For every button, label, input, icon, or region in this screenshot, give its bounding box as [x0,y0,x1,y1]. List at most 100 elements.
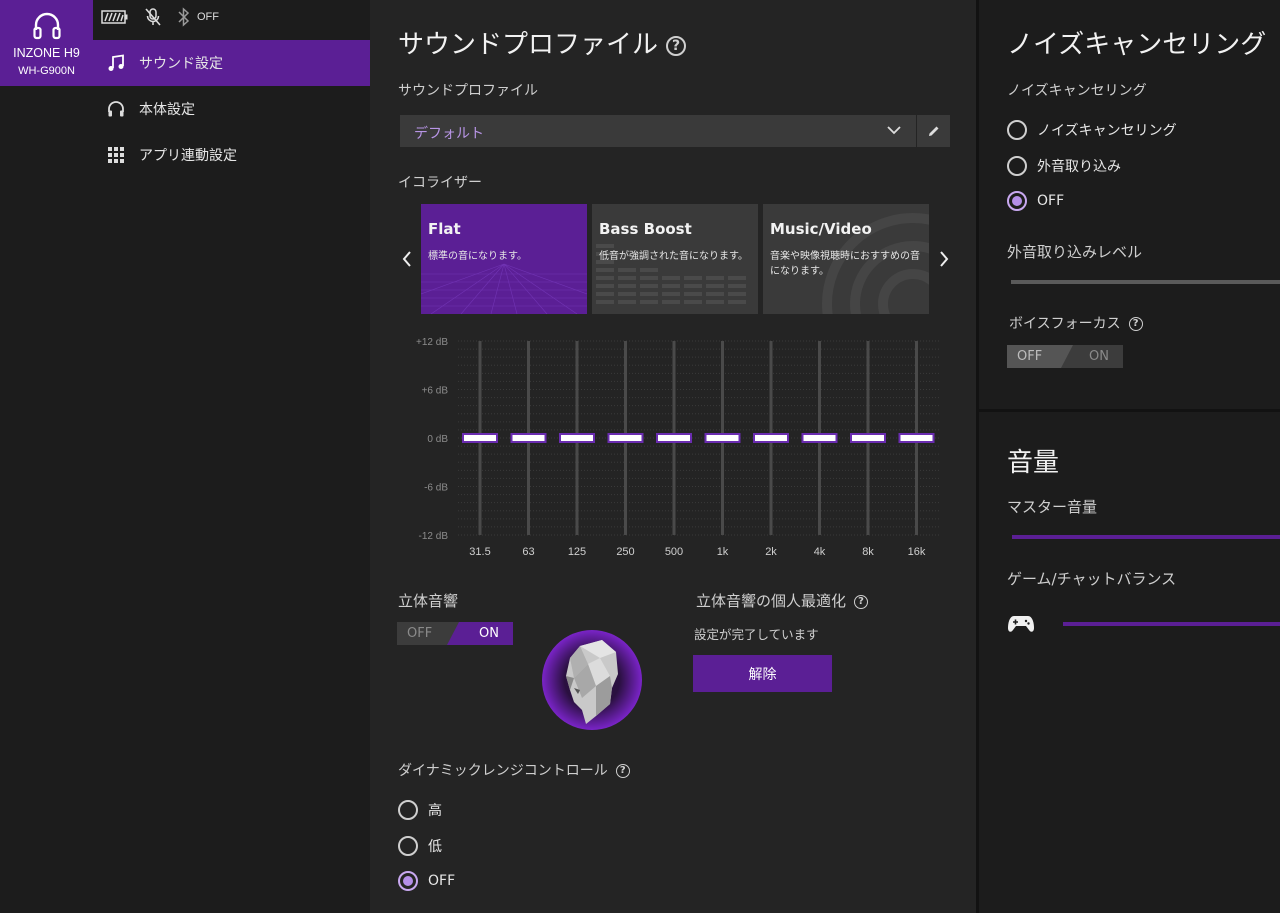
voice-focus-heading: ボイスフォーカス? [1009,313,1143,333]
help-icon[interactable]: ? [1128,317,1143,331]
eq-x-axis: 31.5 63 125 250 500 1k 2k 4k 8k 16k [469,546,926,558]
preset-card-flat[interactable]: Flat 標準の音になります。 [421,204,587,314]
preset-card-music-video[interactable]: Music/Video 音楽や映像視聴時におすすめの音になります。 [763,204,929,314]
bluetooth-status-text: OFF [197,11,219,23]
toggle-off-label: OFF [407,626,433,641]
radio-label: 外音取り込み [1037,159,1121,175]
page-title: サウンドプロファイル [398,30,659,60]
eq-y-axis: +12 dB +6 dB 0 dB -6 dB -12 dB [416,337,448,542]
eq-band-handle[interactable] [656,433,692,443]
radio-label: OFF [1037,193,1065,209]
nav-label: アプリ連動設定 [139,148,237,164]
balance-label: ゲーム/チャットバランス [1007,570,1177,588]
nav-item-sound-settings[interactable]: サウンド設定 [93,40,370,86]
toggle-on-label: ON [479,626,499,641]
eq-band-handle[interactable] [510,433,547,443]
voice-focus-label: ボイスフォーカス [1009,316,1121,332]
nav-label: 本体設定 [139,102,195,118]
eq-band-label: 63 [522,546,534,558]
edit-profile-button[interactable] [916,115,950,147]
headphones-icon [107,100,125,118]
eq-band-label: 1k [717,546,729,558]
radio-label: 低 [428,839,442,855]
radio-label: OFF [428,873,456,889]
toggle-off-label: OFF [1017,349,1043,364]
eq-y-tick-label: +6 dB [422,386,449,397]
battery-icon [101,9,129,25]
preset-title: Music/Video [770,220,872,238]
eq-y-tick-label: -12 dB [419,531,449,542]
nc-option-off[interactable]: OFF [1007,191,1064,211]
eq-band-handle[interactable] [753,433,789,443]
chevron-down-icon[interactable] [886,124,902,136]
eq-y-tick-label: 0 dB [427,434,448,445]
drc-label: ダイナミックレンジコントロール [398,763,608,779]
device-tile[interactable]: INZONE H9 WH-G900N [0,0,93,86]
preset-title: Flat [428,220,461,238]
noise-canceling-panel: ノイズキャンセリング ノイズキャンセリング ノイズキャンセリング 外音取り込み … [979,0,1280,409]
head-avatar [542,630,642,730]
voice-focus-toggle[interactable]: OFF ON [1007,345,1123,368]
device-name: INZONE H9 [13,46,80,60]
preset-desc: 標準の音になります。 [428,251,527,262]
master-volume-slider[interactable] [1012,535,1280,539]
mic-muted-icon [143,7,163,27]
volume-heading: 音量 [1007,448,1060,478]
device-model: WH-G900N [18,65,75,77]
sidebar: INZONE H9 WH-G900N OFF サウンド設定 本体設定 アプリ連動… [0,0,370,913]
personalization-status: 設定が完了しています [694,627,819,642]
preset-card-bass-boost[interactable]: Bass Boost 低音が強調された音になります。 [592,204,758,314]
noise-canceling-heading: ノイズキャンセリング [1007,30,1267,60]
music-note-icon [107,54,125,72]
eq-band-label: 250 [616,546,634,558]
drc-option-low[interactable]: 低 [398,836,442,856]
profile-value: デフォルト [414,126,484,142]
ambient-level-label: 外音取り込みレベル [1007,243,1143,261]
status-bar: OFF [101,6,233,28]
drc-option-off[interactable]: OFF [398,871,455,891]
preset-desc: 低音が強調された音になります。 [599,251,748,262]
eq-band-handle[interactable] [850,433,886,443]
eq-band-handle[interactable] [898,433,935,443]
equalizer-graph[interactable]: +12 dB +6 dB 0 dB -6 dB -12 dB 31.5 63 125 250 5… [400,330,950,565]
radio-circle [1007,120,1027,140]
eq-band-handle[interactable] [462,433,498,443]
radio-circle [398,871,418,891]
spatial-sound-label: 立体音響 [398,592,459,610]
drc-heading: ダイナミックレンジコントロール? [398,760,630,780]
pencil-icon [928,126,938,136]
noise-canceling-sublabel: ノイズキャンセリング [1007,83,1147,99]
eq-band-handle[interactable] [704,433,741,443]
game-chat-balance-slider[interactable] [1063,622,1280,626]
equalizer-label: イコライザー [398,175,482,191]
radio-circle [398,800,418,820]
help-icon[interactable]: ? [666,35,687,56]
nc-option-ambient[interactable]: 外音取り込み [1007,156,1121,176]
nav-item-app-link-settings[interactable]: アプリ連動設定 [93,132,370,178]
help-icon[interactable]: ? [854,594,869,609]
eq-y-tick-label: +12 dB [416,337,448,348]
radio-circle [1007,191,1027,211]
drc-option-high[interactable]: 高 [398,800,442,820]
profile-select[interactable]: デフォルト [400,115,916,147]
ambient-level-slider[interactable] [1011,280,1280,284]
eq-band-label: 8k [862,546,874,558]
help-icon[interactable]: ? [615,764,630,778]
spatial-sound-toggle[interactable]: OFF ON [397,622,513,645]
release-button[interactable]: 解除 [693,655,832,692]
preset-title: Bass Boost [599,220,692,238]
radio-circle [1007,156,1027,176]
eq-band-handle[interactable] [801,433,838,443]
next-preset-button[interactable] [935,246,953,272]
eq-band-handle[interactable] [559,433,595,443]
chevron-left-icon [402,251,411,267]
prev-preset-button[interactable] [398,246,416,272]
sound-settings-panel: サウンドプロファイル? サウンドプロファイル デフォルト イコライザー Flat… [370,0,976,913]
eq-band-handle[interactable] [607,433,644,443]
nav-item-device-settings[interactable]: 本体設定 [93,86,370,132]
nav-label: サウンド設定 [139,56,223,72]
headset-icon [33,12,61,40]
grid-icon [107,146,125,164]
volume-panel: 音量 マスター音量 ゲーム/チャットバランス [979,412,1280,913]
nc-option-noise-canceling[interactable]: ノイズキャンセリング [1007,120,1177,140]
